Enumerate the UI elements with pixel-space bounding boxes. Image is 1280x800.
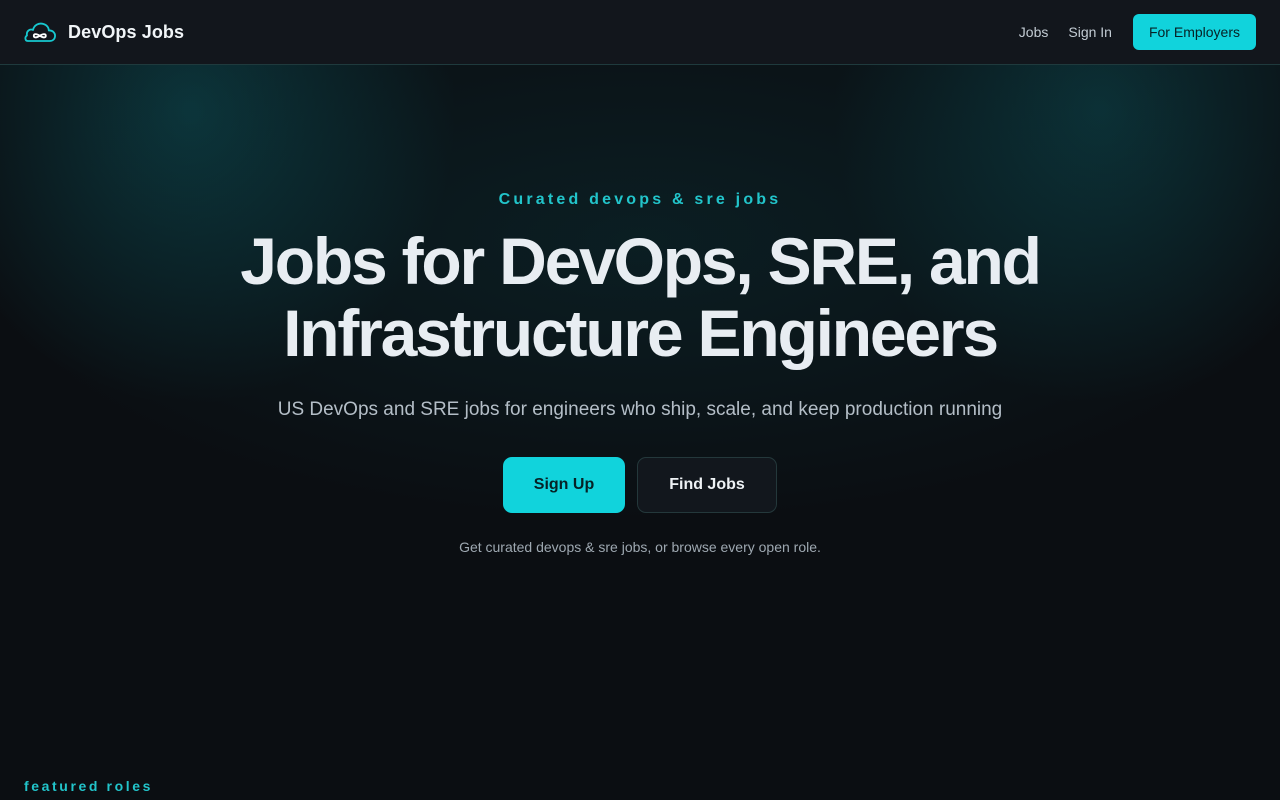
hero-headline: Jobs for DevOps, SRE, and Infrastructure… — [0, 225, 1280, 369]
hero-headline-line-2: Infrastructure Engineers — [283, 296, 999, 370]
main-nav: Jobs Sign In For Employers — [1019, 14, 1256, 50]
sign-up-button[interactable]: Sign Up — [503, 457, 625, 513]
top-navbar: DevOps Jobs Jobs Sign In For Employers — [0, 0, 1280, 65]
hero-cta-note: Get curated devops & sre jobs, or browse… — [459, 539, 821, 555]
hero-eyebrow: Curated devops & sre jobs — [498, 191, 782, 208]
hero-cta-group: Sign Up Find Jobs — [0, 457, 1280, 513]
nav-sign-in-link[interactable]: Sign In — [1068, 24, 1112, 40]
for-employers-button[interactable]: For Employers — [1132, 14, 1256, 50]
brand-home-link[interactable]: DevOps Jobs — [24, 21, 184, 43]
nav-jobs-link[interactable]: Jobs — [1019, 24, 1049, 40]
find-jobs-button[interactable]: Find Jobs — [637, 457, 777, 513]
page: DevOps Jobs Jobs Sign In For Employers C… — [0, 0, 1280, 800]
featured-roles-heading: featured roles — [24, 778, 153, 794]
brand-name: DevOps Jobs — [68, 21, 185, 42]
hero-section: Curated devops & sre jobs Jobs for DevOp… — [0, 65, 1280, 555]
hero-subheading: US DevOps and SRE jobs for engineers who… — [277, 399, 1003, 420]
cloud-infinity-icon — [24, 22, 56, 42]
hero-headline-line-1: Jobs for DevOps, SRE, and — [240, 224, 1042, 298]
